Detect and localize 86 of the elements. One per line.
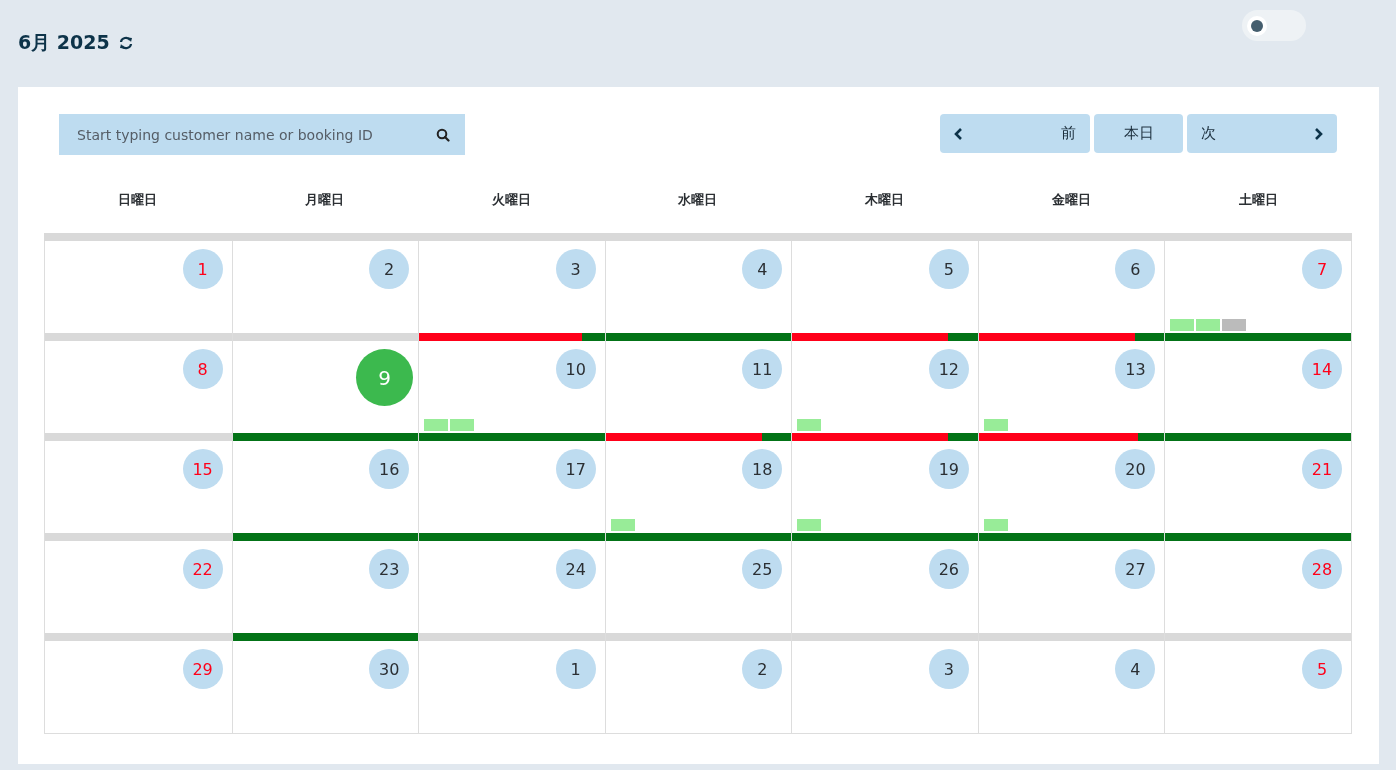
day-cell[interactable]: 12 — [792, 341, 978, 433]
day-cell[interactable]: 2 — [605, 641, 792, 733]
date-badge: 2 — [742, 649, 783, 689]
date-badge: 3 — [928, 649, 969, 689]
day-cell[interactable]: 19 — [792, 441, 978, 533]
date-badge: 24 — [555, 549, 596, 589]
day-cell[interactable]: 3 — [792, 641, 978, 733]
search-icon[interactable] — [436, 128, 450, 142]
day-cell[interactable]: 16 — [232, 441, 419, 533]
date-badge: 11 — [742, 349, 783, 389]
date-badge: 2 — [369, 249, 410, 289]
date-badge: 10 — [555, 349, 596, 389]
booking-chip[interactable] — [983, 519, 1008, 531]
month-title: 6月 2025 — [18, 30, 110, 55]
date-badge: 29 — [182, 649, 223, 689]
chevron-right-icon — [1314, 127, 1323, 140]
day-cell[interactable]: 4 — [605, 241, 792, 333]
search-field[interactable]: Start typing customer name or booking ID — [59, 114, 465, 155]
next-button[interactable]: 次 — [1187, 114, 1337, 153]
date-badge: 25 — [742, 549, 783, 589]
weekday-header: 水曜日 — [678, 191, 718, 209]
date-badge: 3 — [555, 249, 596, 289]
date-badge: 13 — [1115, 349, 1156, 389]
toggle-switch[interactable] — [1242, 10, 1306, 41]
date-badge: 21 — [1302, 449, 1342, 489]
today-button[interactable]: 本日 — [1094, 114, 1183, 153]
weekday-header: 木曜日 — [865, 191, 905, 209]
day-cell[interactable]: 24 — [419, 541, 605, 633]
day-cell[interactable]: 6 — [978, 241, 1165, 333]
booking-chip[interactable] — [797, 519, 822, 531]
date-badge: 18 — [742, 449, 783, 489]
date-badge: 5 — [1302, 649, 1342, 689]
date-badge: 19 — [928, 449, 969, 489]
day-cell[interactable]: 30 — [232, 641, 419, 733]
booking-chip[interactable] — [450, 419, 475, 431]
refresh-icon[interactable] — [117, 36, 134, 50]
date-badge: 16 — [369, 449, 410, 489]
date-badge: 28 — [1302, 549, 1342, 589]
booking-chip[interactable] — [610, 519, 635, 531]
date-badge: 12 — [928, 349, 969, 389]
date-badge: 5 — [928, 249, 969, 289]
date-badge: 1 — [555, 649, 596, 689]
weekday-header: 金曜日 — [1052, 191, 1092, 209]
booking-chip[interactable] — [1196, 319, 1221, 331]
day-cell[interactable]: 3 — [419, 241, 605, 333]
booking-chip[interactable] — [424, 419, 449, 431]
booking-chip[interactable] — [1170, 319, 1195, 331]
date-badge: 27 — [1115, 549, 1156, 589]
day-cell[interactable]: 23 — [232, 541, 419, 633]
date-badge: 17 — [555, 449, 596, 489]
day-cell[interactable]: 20 — [978, 441, 1165, 533]
weekday-header: 月曜日 — [304, 191, 344, 209]
date-badge: 4 — [1115, 649, 1156, 689]
date-badge: 26 — [928, 549, 969, 589]
day-cell[interactable]: 11 — [605, 341, 792, 433]
day-cell[interactable]: 17 — [419, 441, 605, 533]
date-badge: 30 — [369, 649, 410, 689]
day-cell[interactable]: 4 — [978, 641, 1165, 733]
date-badge: 1 — [182, 249, 223, 289]
today-date-badge: 9 — [356, 349, 414, 406]
day-cell[interactable]: 26 — [792, 541, 978, 633]
date-badge: 6 — [1115, 249, 1156, 289]
date-badge: 20 — [1115, 449, 1156, 489]
booking-chip[interactable] — [983, 419, 1008, 431]
day-cell[interactable]: 10 — [419, 341, 605, 433]
booking-chip[interactable] — [1222, 319, 1247, 331]
chevron-left-icon — [954, 127, 963, 140]
date-badge: 7 — [1302, 249, 1342, 289]
date-badge: 15 — [182, 449, 223, 489]
weekday-header: 土曜日 — [1239, 191, 1279, 209]
day-cell[interactable]: 18 — [605, 441, 792, 533]
previous-button[interactable]: 前 — [940, 114, 1090, 153]
day-cell[interactable]: 13 — [978, 341, 1165, 433]
date-badge: 14 — [1302, 349, 1342, 389]
date-badge: 22 — [182, 549, 223, 589]
day-cell[interactable]: 25 — [605, 541, 792, 633]
day-cell[interactable]: 1 — [419, 641, 605, 733]
weekday-header: 火曜日 — [491, 191, 531, 209]
day-cell[interactable]: 27 — [978, 541, 1165, 633]
day-cell[interactable]: 2 — [232, 241, 419, 333]
date-badge: 8 — [182, 349, 223, 389]
day-cell[interactable]: 5 — [792, 241, 978, 333]
date-badge: 23 — [369, 549, 410, 589]
weekday-header: 日曜日 — [117, 191, 157, 209]
date-badge: 4 — [742, 249, 783, 289]
booking-chip[interactable] — [797, 419, 822, 431]
